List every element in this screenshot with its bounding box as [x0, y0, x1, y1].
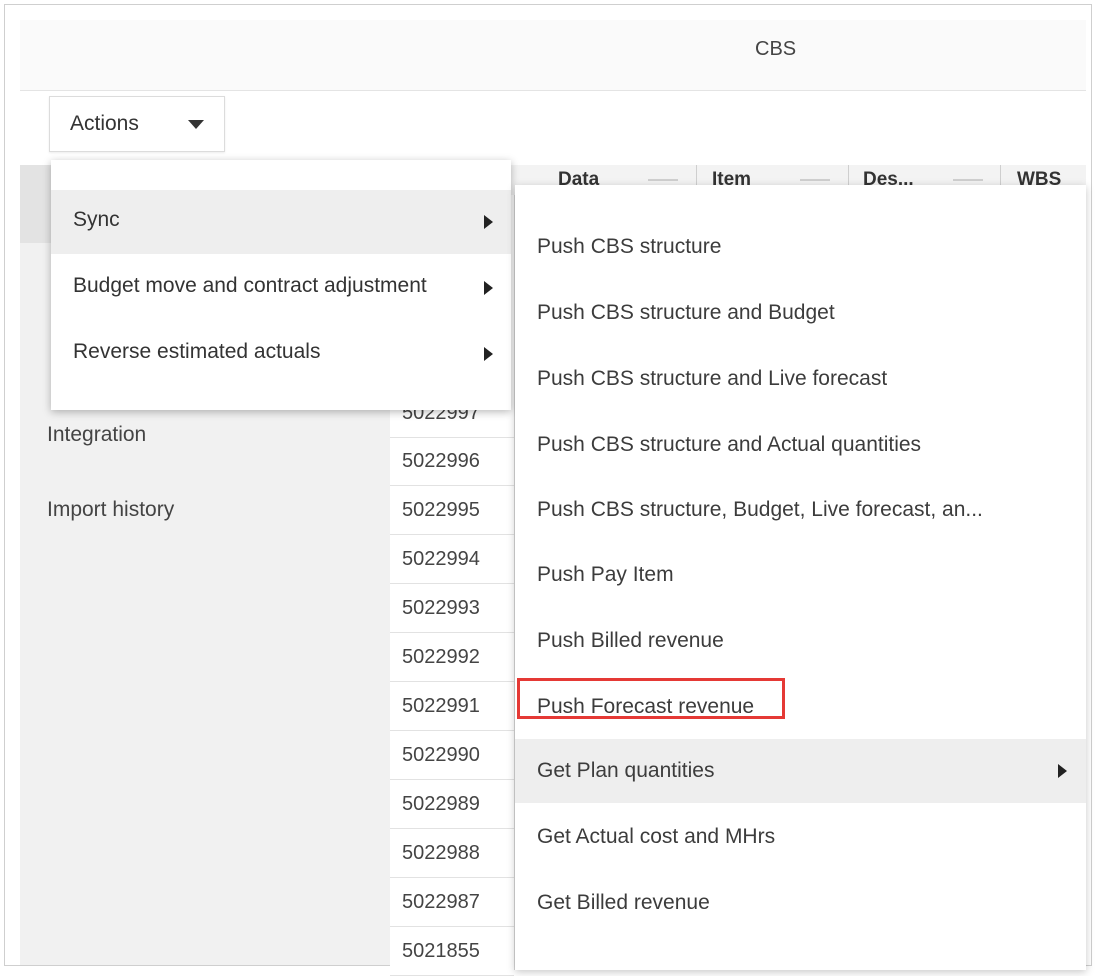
table-row-id[interactable]: 5022987: [390, 879, 514, 927]
column-resize-handle[interactable]: [648, 179, 678, 181]
nav-item-integration[interactable]: Integration: [47, 423, 146, 447]
table-row-id[interactable]: 5022996: [390, 438, 514, 486]
actions-dropdown-button[interactable]: Actions: [49, 96, 225, 152]
chevron-right-icon: [484, 281, 493, 295]
submenu-item-label: Push CBS structure and Budget: [537, 301, 835, 324]
menu-item-budget-move[interactable]: Budget move and contract adjustment: [51, 256, 511, 320]
submenu-item-push-cbs-actual-quantities[interactable]: Push CBS structure and Actual quantities: [515, 413, 1086, 477]
submenu-item-label: Push CBS structure: [537, 235, 722, 258]
menu-item-label: Reverse estimated actuals: [73, 340, 321, 363]
submenu-item-label: Push CBS structure and Live forecast: [537, 367, 888, 390]
table-row-id[interactable]: 5021855: [390, 928, 514, 976]
chevron-right-icon: [484, 215, 493, 229]
submenu-item-label: Push Forecast revenue: [537, 695, 755, 718]
actions-menu: Sync Budget move and contract adjustment…: [51, 160, 511, 410]
caret-down-icon: [188, 120, 204, 129]
title-bar: CBS: [20, 20, 1086, 91]
menu-item-label: Budget move and contract adjustment: [73, 274, 427, 297]
actions-label: Actions: [70, 112, 139, 135]
submenu-item-label: Push CBS structure and Actual quantities: [537, 433, 922, 456]
page-title: CBS: [755, 38, 797, 60]
submenu-item-get-actual-cost[interactable]: Get Actual cost and MHrs: [515, 805, 1086, 869]
chevron-right-icon: [1058, 764, 1067, 778]
table-row-id[interactable]: 5022992: [390, 634, 514, 682]
menu-item-sync[interactable]: Sync: [51, 190, 511, 254]
submenu-item-label: Push Pay Item: [537, 563, 674, 586]
table-row-id[interactable]: 5022995: [390, 487, 514, 535]
submenu-item-label: Get Billed revenue: [537, 891, 710, 914]
table-row-id[interactable]: 5022994: [390, 536, 514, 584]
table-row-id[interactable]: 5022990: [390, 732, 514, 780]
column-resize-handle[interactable]: [800, 179, 830, 181]
submenu-item-push-forecast-revenue[interactable]: Push Forecast revenue: [515, 675, 1086, 739]
menu-item-reverse-estimated-actuals[interactable]: Reverse estimated actuals: [51, 322, 511, 386]
column-resize-handle[interactable]: [953, 179, 983, 181]
table-row-id[interactable]: 5022989: [390, 781, 514, 829]
menu-item-label: Sync: [73, 208, 120, 231]
submenu-item-label: Push CBS structure, Budget, Live forecas…: [537, 498, 983, 521]
table-row-id[interactable]: 5022993: [390, 585, 514, 633]
submenu-item-label: Get Actual cost and MHrs: [537, 825, 776, 848]
submenu-item-push-cbs-budget[interactable]: Push CBS structure and Budget: [515, 281, 1086, 345]
submenu-item-push-pay-item[interactable]: Push Pay Item: [515, 543, 1086, 607]
chevron-right-icon: [484, 347, 493, 361]
submenu-item-push-cbs-live-forecast[interactable]: Push CBS structure and Live forecast: [515, 347, 1086, 411]
submenu-item-get-billed-revenue[interactable]: Get Billed revenue: [515, 871, 1086, 935]
table-row-id[interactable]: 5022991: [390, 683, 514, 731]
sync-submenu: Push CBS structure Push CBS structure an…: [515, 185, 1086, 970]
submenu-item-label: Get Plan quantities: [537, 759, 715, 782]
submenu-item-push-cbs-structure[interactable]: Push CBS structure: [515, 215, 1086, 279]
submenu-item-get-plan-quantities[interactable]: Get Plan quantities: [515, 739, 1086, 803]
submenu-item-push-billed-revenue[interactable]: Push Billed revenue: [515, 609, 1086, 673]
nav-item-import-history[interactable]: Import history: [47, 498, 174, 522]
submenu-item-push-cbs-all[interactable]: Push CBS structure, Budget, Live forecas…: [515, 478, 1086, 542]
submenu-item-label: Push Billed revenue: [537, 629, 724, 652]
table-row-id[interactable]: 5022988: [390, 830, 514, 878]
